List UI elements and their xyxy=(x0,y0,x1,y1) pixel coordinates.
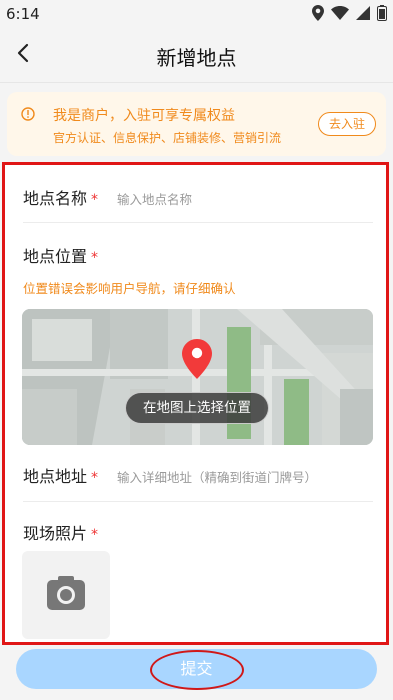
row-divider xyxy=(23,222,373,223)
choose-on-map-button[interactable]: 在地图上选择位置 xyxy=(125,392,269,424)
wifi-icon xyxy=(331,6,349,20)
map-preview[interactable]: 在地图上选择位置 xyxy=(22,309,373,445)
page-title: 新增地点 xyxy=(156,46,237,70)
join-button[interactable]: 去入驻 xyxy=(318,112,376,136)
status-time: 6:14 xyxy=(6,5,40,23)
address-field-label: 地点地址 * xyxy=(23,463,98,487)
header-divider xyxy=(0,82,393,83)
info-icon xyxy=(21,106,35,121)
signal-icon xyxy=(356,6,370,20)
address-input[interactable]: 输入详细地址（精确到街道门牌号） xyxy=(117,467,317,486)
status-bar: 6:14 xyxy=(0,0,393,30)
photo-field-label: 现场照片 * xyxy=(23,520,98,544)
name-field-label: 地点名称 * xyxy=(23,185,98,209)
row-divider xyxy=(23,501,373,502)
photo-upload-button[interactable] xyxy=(22,551,110,639)
location-label-text: 地点位置 xyxy=(23,247,88,266)
submit-highlight-annotation xyxy=(150,650,244,690)
photo-label-text: 现场照片 xyxy=(23,524,88,543)
name-input[interactable]: 输入地点名称 xyxy=(117,189,192,208)
location-field-label: 地点位置 * xyxy=(23,243,98,267)
address-label-text: 地点地址 xyxy=(23,467,88,486)
required-mark: * xyxy=(91,250,99,266)
required-mark: * xyxy=(91,470,99,486)
required-mark: * xyxy=(91,192,99,208)
location-icon xyxy=(312,5,324,21)
name-label-text: 地点名称 xyxy=(23,189,88,208)
map-pin-icon xyxy=(177,337,217,385)
banner-title: 我是商户，入驻可享专属权益 xyxy=(53,108,235,124)
status-icons xyxy=(312,5,387,21)
banner-subtitle: 官方认证、信息保护、店铺装修、营销引流 xyxy=(53,131,282,145)
battery-icon xyxy=(377,5,387,21)
location-form: 地点名称 * 输入地点名称 地点位置 * 位置错误会影响用户导航，请仔细确认 在地 xyxy=(2,162,389,645)
camera-icon xyxy=(47,576,85,614)
location-warning: 位置错误会影响用户导航，请仔细确认 xyxy=(23,281,236,296)
merchant-banner: 我是商户，入驻可享专属权益 官方认证、信息保护、店铺装修、营销引流 去入驻 xyxy=(7,92,386,156)
required-mark: * xyxy=(91,527,99,543)
navigation-bar: 新增地点 xyxy=(0,30,393,80)
